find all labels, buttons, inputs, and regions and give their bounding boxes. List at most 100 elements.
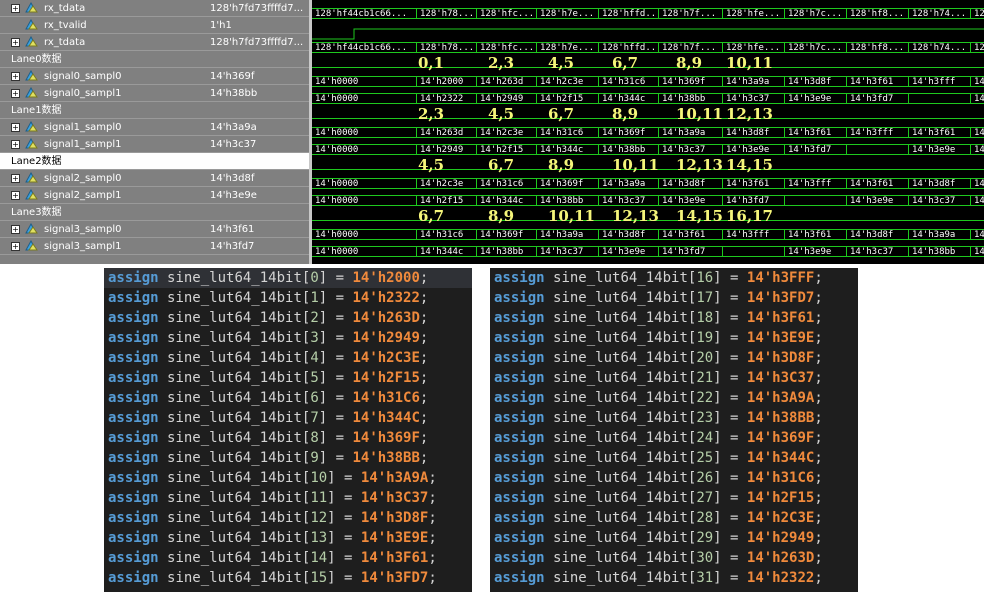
sample-index-annotation: 10,11 xyxy=(548,207,595,225)
bus-segment: 128'hf44cb1c66... xyxy=(312,8,416,19)
code-line[interactable]: assign sine_lut64_14bit[23] = 14'h38BB; xyxy=(490,408,858,428)
signal-row[interactable]: + rx_tdata xyxy=(0,34,207,51)
code-line[interactable]: assign sine_lut64_14bit[10] = 14'h3A9A; xyxy=(104,468,472,488)
bus-segment: 14'h3d8f xyxy=(598,229,658,240)
code-line[interactable]: assign sine_lut64_14bit[2] = 14'h263D; xyxy=(104,308,472,328)
signal-row[interactable]: + signal1_sampl1 xyxy=(0,136,207,153)
signal-row[interactable]: + signal0_sampl0 xyxy=(0,68,207,85)
bus-segment: 14'h3c37 xyxy=(658,144,722,155)
expand-toggle-icon[interactable]: + xyxy=(11,140,20,149)
sample-index-annotation: 8,9 xyxy=(676,54,703,72)
array-index: 31 xyxy=(696,570,714,586)
signal-row[interactable]: + signal3_sampl0 xyxy=(0,221,207,238)
bus-segment: 128'h7e... xyxy=(536,42,598,53)
expand-toggle-icon[interactable]: + xyxy=(11,174,20,183)
bus-segment: 128'hf8... xyxy=(846,42,908,53)
bus-segment: 14'h3a9a xyxy=(722,76,784,87)
bus-segment: 128'h7c... xyxy=(784,42,846,53)
group-row[interactable]: Lane0数据 xyxy=(0,51,207,68)
code-line[interactable]: assign sine_lut64_14bit[28] = 14'h2C3E; xyxy=(490,508,858,528)
signal-row[interactable]: + signal1_sampl0 xyxy=(0,119,207,136)
signal-row[interactable]: rx_tvalid xyxy=(0,17,207,34)
code-line[interactable]: assign sine_lut64_14bit[24] = 14'h369F; xyxy=(490,428,858,448)
code-line[interactable]: assign sine_lut64_14bit[21] = 14'h3C37; xyxy=(490,368,858,388)
code-line[interactable]: assign sine_lut64_14bit[26] = 14'h31C6; xyxy=(490,468,858,488)
group-row[interactable]: Lane3数据 xyxy=(0,204,207,221)
array-index: 0 xyxy=(310,270,319,286)
bus-segment: 128'hfc... xyxy=(476,42,536,53)
group-row[interactable]: Lane2数据 xyxy=(0,153,207,170)
code-line[interactable]: assign sine_lut64_14bit[4] = 14'h2C3E; xyxy=(104,348,472,368)
bus-segment: 14'h0000 xyxy=(312,93,416,104)
code-line[interactable]: assign sine_lut64_14bit[0] = 14'h2000; xyxy=(104,268,472,288)
expand-toggle-icon[interactable]: + xyxy=(11,123,20,132)
signal-row[interactable]: + signal2_sampl1 xyxy=(0,187,207,204)
expand-toggle-icon[interactable]: + xyxy=(11,191,20,200)
identifier: sine_lut64_14bit xyxy=(167,530,302,546)
bus-segment: 128 xyxy=(970,8,984,19)
code-line[interactable]: assign sine_lut64_14bit[22] = 14'h3A9A; xyxy=(490,388,858,408)
keyword: assign xyxy=(494,470,545,486)
array-index: 27 xyxy=(696,490,714,506)
code-line[interactable]: assign sine_lut64_14bit[6] = 14'h31C6; xyxy=(104,388,472,408)
code-line[interactable]: assign sine_lut64_14bit[7] = 14'h344C; xyxy=(104,408,472,428)
code-line[interactable]: assign sine_lut64_14bit[16] = 14'h3FFF; xyxy=(490,268,858,288)
signal-icon xyxy=(24,188,38,201)
signal-row[interactable]: + signal2_sampl0 xyxy=(0,170,207,187)
expand-toggle-icon[interactable]: + xyxy=(11,72,20,81)
bus-segment: 14'h2c3e xyxy=(416,178,476,189)
code-line[interactable]: assign sine_lut64_14bit[14] = 14'h3F61; xyxy=(104,548,472,568)
identifier: sine_lut64_14bit xyxy=(553,490,688,506)
code-line[interactable]: assign sine_lut64_14bit[29] = 14'h2949; xyxy=(490,528,858,548)
code-line[interactable]: assign sine_lut64_14bit[31] = 14'h2322; xyxy=(490,568,858,588)
code-panel-left: assign sine_lut64_14bit[0] = 14'h2000; as… xyxy=(104,268,472,592)
bus-segment: 128'h7e... xyxy=(536,8,598,19)
code-line[interactable]: assign sine_lut64_14bit[19] = 14'h3E9E; xyxy=(490,328,858,348)
bus-segment: 128'h7f... xyxy=(658,8,722,19)
expand-toggle-icon[interactable]: + xyxy=(11,89,20,98)
signal-row[interactable]: + signal3_sampl1 xyxy=(0,238,207,255)
code-line[interactable]: assign sine_lut64_14bit[9] = 14'h38BB; xyxy=(104,448,472,468)
hex-literal: 14'h2949 xyxy=(352,330,420,346)
keyword: assign xyxy=(108,390,159,406)
waveform-plot[interactable]: 128'hf44cb1c66... 128'h78... 128'hfc... 128… xyxy=(312,0,984,264)
hex-literal: 14'h3D8F xyxy=(746,350,815,366)
code-line[interactable]: assign sine_lut64_14bit[1] = 14'h2322; xyxy=(104,288,472,308)
code-line[interactable]: assign sine_lut64_14bit[3] = 14'h2949; xyxy=(104,328,472,348)
group-row[interactable]: Lane1数据 xyxy=(0,102,207,119)
code-line[interactable]: assign sine_lut64_14bit[11] = 14'h3C37; xyxy=(104,488,472,508)
code-line[interactable]: assign sine_lut64_14bit[12] = 14'h3D8F; xyxy=(104,508,472,528)
hex-literal: 14'h2322 xyxy=(746,570,815,586)
code-line[interactable]: assign sine_lut64_14bit[20] = 14'h3D8F; xyxy=(490,348,858,368)
code-line[interactable]: assign sine_lut64_14bit[8] = 14'h369F; xyxy=(104,428,472,448)
bus-segment: 14'h3f61 xyxy=(846,76,908,87)
signal-row[interactable]: + signal0_sampl1 xyxy=(0,85,207,102)
expand-toggle-icon[interactable]: + xyxy=(11,4,20,13)
sample-index-annotation: 12,13 xyxy=(612,207,659,225)
expand-toggle-icon[interactable]: + xyxy=(11,242,20,251)
array-index: 13 xyxy=(310,530,328,546)
signal-value-pane: 128'h7fd73ffffd7... 1'h1 128'h7fd73ffffd7.… xyxy=(207,0,309,264)
code-line[interactable]: assign sine_lut64_14bit[27] = 14'h2F15; xyxy=(490,488,858,508)
bus-segment: 14'h3e9e xyxy=(784,93,846,104)
signal-icon xyxy=(24,86,38,99)
keyword: assign xyxy=(494,310,545,326)
array-index: 5 xyxy=(310,370,319,386)
bus-segment: 14 xyxy=(970,127,984,138)
code-line[interactable]: assign sine_lut64_14bit[30] = 14'h263D; xyxy=(490,548,858,568)
code-line[interactable]: assign sine_lut64_14bit[25] = 14'h344C; xyxy=(490,448,858,468)
code-line[interactable]: assign sine_lut64_14bit[17] = 14'h3FD7; xyxy=(490,288,858,308)
signal-value: 14'h3a9a xyxy=(207,119,309,136)
identifier: sine_lut64_14bit xyxy=(553,550,688,566)
code-line[interactable]: assign sine_lut64_14bit[13] = 14'h3E9E; xyxy=(104,528,472,548)
code-line[interactable]: assign sine_lut64_14bit[15] = 14'h3FD7; xyxy=(104,568,472,588)
signal-value: 14'h3c37 xyxy=(207,136,309,153)
expand-toggle-icon[interactable]: + xyxy=(11,38,20,47)
sample-index-annotation: 8,9 xyxy=(488,207,515,225)
keyword: assign xyxy=(494,450,545,466)
code-line[interactable]: assign sine_lut64_14bit[18] = 14'h3F61; xyxy=(490,308,858,328)
bus-segment: 14'h3fd7 xyxy=(784,144,846,155)
code-line[interactable]: assign sine_lut64_14bit[5] = 14'h2F15; xyxy=(104,368,472,388)
expand-toggle-icon[interactable]: + xyxy=(11,225,20,234)
signal-row[interactable]: + rx_tdata xyxy=(0,0,207,17)
